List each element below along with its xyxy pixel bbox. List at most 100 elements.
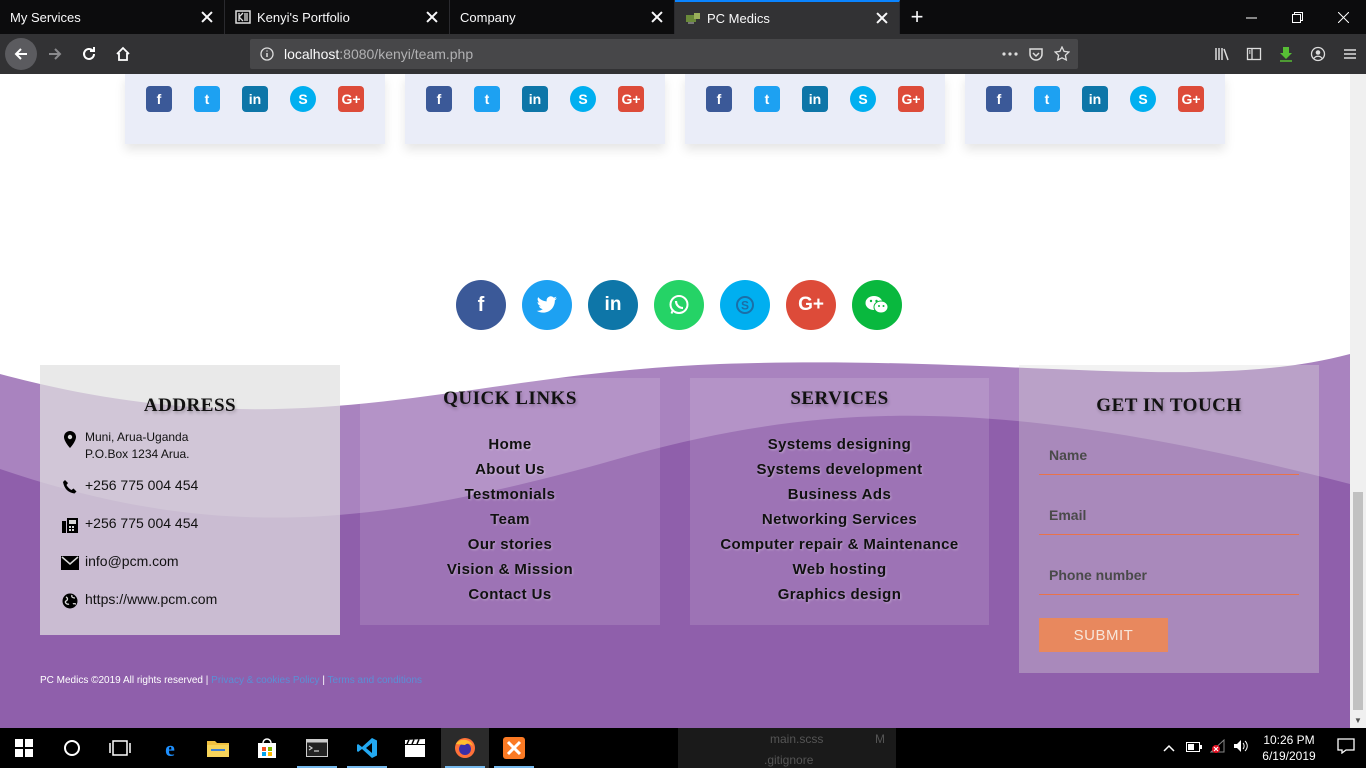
- whatsapp-circle-icon[interactable]: [654, 280, 704, 330]
- linkedin-square-icon[interactable]: in: [1082, 86, 1108, 112]
- media-taskbar-button[interactable]: [391, 728, 439, 768]
- forward-button[interactable]: [39, 38, 71, 70]
- quick-link-contact[interactable]: Contact Us: [360, 582, 660, 607]
- info-icon[interactable]: [260, 47, 274, 61]
- twitter-square-icon[interactable]: t: [754, 86, 780, 112]
- more-dots-icon[interactable]: [1002, 52, 1018, 56]
- facebook-square-icon[interactable]: f: [146, 86, 172, 112]
- linkedin-square-icon[interactable]: in: [242, 86, 268, 112]
- download-button[interactable]: [1270, 38, 1302, 70]
- tab-pc-medics[interactable]: PC Medics: [675, 0, 900, 34]
- phone-input[interactable]: [1049, 566, 1299, 583]
- scroll-down-arrow-icon[interactable]: ▼: [1354, 716, 1362, 725]
- tab-company[interactable]: Company: [450, 0, 675, 34]
- linkedin-circle-icon[interactable]: in: [588, 280, 638, 330]
- google-plus-square-icon[interactable]: G+: [898, 86, 924, 112]
- edge-taskbar-button[interactable]: e: [146, 728, 194, 768]
- skype-icon[interactable]: S: [570, 86, 596, 112]
- action-center-button[interactable]: [1326, 737, 1366, 759]
- page-scrollbar[interactable]: ▼: [1350, 74, 1366, 728]
- sidebar-button[interactable]: [1238, 38, 1270, 70]
- website-url[interactable]: https://www.pcm.com: [85, 591, 217, 607]
- twitter-square-icon[interactable]: t: [474, 86, 500, 112]
- service-item[interactable]: Systems development: [690, 457, 989, 482]
- skype-icon[interactable]: S: [290, 86, 316, 112]
- facebook-square-icon[interactable]: f: [706, 86, 732, 112]
- google-plus-square-icon[interactable]: G+: [338, 86, 364, 112]
- tab-kenyis-portfolio[interactable]: Kenyi's Portfolio: [225, 0, 450, 34]
- tab-my-services[interactable]: My Services: [0, 0, 225, 34]
- google-plus-circle-icon[interactable]: G+: [786, 280, 836, 330]
- skype-icon[interactable]: S: [1130, 86, 1156, 112]
- service-item[interactable]: Systems designing: [690, 432, 989, 457]
- pocket-icon[interactable]: [1028, 46, 1044, 62]
- cortana-button[interactable]: [48, 728, 96, 768]
- vscode-taskbar-button[interactable]: [343, 728, 391, 768]
- taskbar-clock[interactable]: 10:26 PM 6/19/2019: [1252, 732, 1326, 764]
- file-explorer-taskbar-button[interactable]: [194, 728, 242, 768]
- url-bar[interactable]: localhost:8080/kenyi/team.php: [250, 39, 1078, 69]
- terms-link[interactable]: Terms and conditions: [328, 675, 423, 686]
- library-button[interactable]: [1206, 38, 1238, 70]
- close-icon[interactable]: [425, 10, 439, 24]
- close-window-button[interactable]: [1320, 0, 1366, 34]
- services-box: SERVICES Systems designing Systems devel…: [690, 378, 989, 625]
- skype-circle-icon[interactable]: S: [720, 280, 770, 330]
- name-input[interactable]: [1049, 446, 1299, 463]
- email-input[interactable]: [1049, 506, 1299, 523]
- restore-button[interactable]: [1274, 0, 1320, 34]
- service-item[interactable]: Business Ads: [690, 482, 989, 507]
- service-item[interactable]: Graphics design: [690, 582, 989, 607]
- volume-button[interactable]: [1230, 739, 1252, 758]
- footer-separator: |: [322, 675, 325, 686]
- service-item[interactable]: Computer repair & Maintenance: [690, 532, 989, 557]
- facebook-circle-icon[interactable]: f: [456, 280, 506, 330]
- store-taskbar-button[interactable]: [243, 728, 291, 768]
- new-tab-button[interactable]: +: [900, 0, 934, 34]
- battery-button[interactable]: [1182, 739, 1206, 757]
- submit-button[interactable]: SUBMIT: [1039, 618, 1168, 652]
- minimize-button[interactable]: [1228, 0, 1274, 34]
- facebook-square-icon[interactable]: f: [426, 86, 452, 112]
- browser-tab-bar: My Services Kenyi's Portfolio Company PC…: [0, 0, 1366, 34]
- network-button[interactable]: [1206, 738, 1230, 758]
- google-plus-square-icon[interactable]: G+: [1178, 86, 1204, 112]
- quick-link-stories[interactable]: Our stories: [360, 532, 660, 557]
- close-icon[interactable]: [650, 10, 664, 24]
- back-button[interactable]: [5, 38, 37, 70]
- menu-button[interactable]: [1334, 38, 1366, 70]
- home-button[interactable]: [107, 38, 139, 70]
- linkedin-square-icon[interactable]: in: [522, 86, 548, 112]
- twitter-square-icon[interactable]: t: [194, 86, 220, 112]
- facebook-square-icon[interactable]: f: [986, 86, 1012, 112]
- firefox-taskbar-button[interactable]: [441, 728, 489, 768]
- reload-button[interactable]: [73, 38, 105, 70]
- terminal-taskbar-button[interactable]: [293, 728, 341, 768]
- service-item[interactable]: Web hosting: [690, 557, 989, 582]
- quick-link-about[interactable]: About Us: [360, 457, 660, 482]
- skype-icon[interactable]: S: [850, 86, 876, 112]
- library-icon: [1215, 48, 1229, 61]
- globe-icon: [62, 593, 78, 609]
- contact-form-box: GET IN TOUCH SUBMIT: [1019, 365, 1319, 673]
- privacy-policy-link[interactable]: Privacy & cookies Policy: [211, 675, 319, 686]
- close-icon[interactable]: [875, 11, 889, 25]
- account-button[interactable]: [1302, 38, 1334, 70]
- wechat-circle-icon[interactable]: [852, 280, 902, 330]
- scrollbar-thumb[interactable]: [1353, 492, 1363, 710]
- tray-expand-button[interactable]: [1156, 739, 1182, 757]
- service-item[interactable]: Networking Services: [690, 507, 989, 532]
- quick-link-home[interactable]: Home: [360, 432, 660, 457]
- task-view-button[interactable]: [96, 728, 144, 768]
- quick-link-testimonials[interactable]: Testmonials: [360, 482, 660, 507]
- twitter-square-icon[interactable]: t: [1034, 86, 1060, 112]
- bookmark-star-icon[interactable]: [1054, 46, 1070, 62]
- start-button[interactable]: [0, 728, 48, 768]
- quick-link-vision[interactable]: Vision & Mission: [360, 557, 660, 582]
- twitter-circle-icon[interactable]: [522, 280, 572, 330]
- linkedin-square-icon[interactable]: in: [802, 86, 828, 112]
- xampp-taskbar-button[interactable]: [490, 728, 538, 768]
- close-icon[interactable]: [200, 10, 214, 24]
- google-plus-square-icon[interactable]: G+: [618, 86, 644, 112]
- quick-link-team[interactable]: Team: [360, 507, 660, 532]
